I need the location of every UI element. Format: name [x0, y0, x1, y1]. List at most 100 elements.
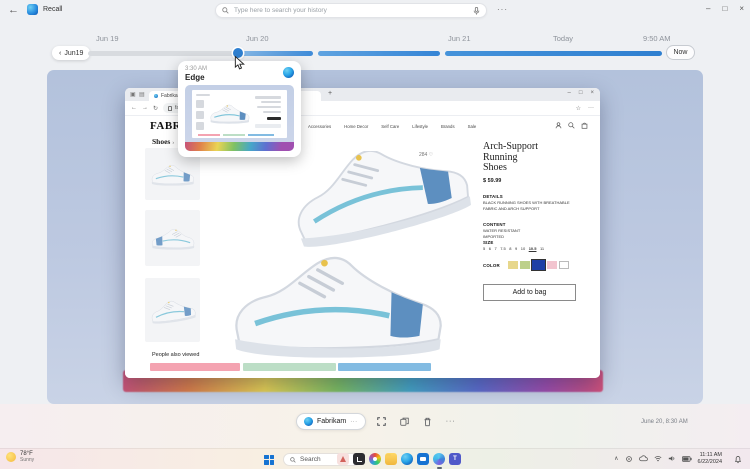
color-swatch[interactable]: [559, 261, 569, 269]
delete-button[interactable]: [421, 415, 435, 429]
preview-wallpaper: [185, 142, 294, 151]
new-tab-button[interactable]: +: [328, 90, 332, 97]
breadcrumb[interactable]: Shoes ›: [152, 137, 174, 146]
nav-item-home-decor[interactable]: Home Decor: [344, 124, 368, 129]
app-icon-copilot-active[interactable]: [433, 453, 445, 465]
snapshot-toolbar: Fabrikam ··· ···: [296, 413, 458, 430]
search-input[interactable]: [234, 7, 468, 14]
start-button[interactable]: [264, 455, 274, 465]
nav-item-sale[interactable]: Sale: [468, 124, 477, 129]
color-swatch-selected[interactable]: [532, 260, 545, 270]
also-viewed-card[interactable]: [243, 363, 336, 371]
color-swatch[interactable]: [520, 261, 530, 269]
size-option[interactable]: 7: [494, 246, 496, 251]
history-search[interactable]: [215, 3, 487, 18]
app-icon-recall[interactable]: [337, 453, 349, 465]
site-nav: Accessories Home Decor Self Care Lifesty…: [308, 124, 476, 129]
size-option-selected[interactable]: 10.5: [529, 246, 537, 251]
details-text: BLACK RUNNING SHOES WITH BREATHABLE FABR…: [483, 200, 570, 211]
settings-icon[interactable]: [625, 455, 633, 463]
color-selector: [508, 260, 569, 270]
also-viewed-heading: People also viewed: [152, 352, 199, 358]
color-swatch[interactable]: [547, 261, 557, 269]
notifications-bell-icon[interactable]: [734, 455, 742, 464]
search-icon: [222, 7, 229, 14]
close-button[interactable]: ×: [739, 4, 744, 13]
wifi-icon[interactable]: [654, 455, 662, 462]
workspaces-icon[interactable]: ▤: [139, 91, 145, 98]
app-icon-store[interactable]: [417, 453, 429, 465]
size-option[interactable]: 7.5: [500, 246, 506, 251]
titlebar-more-button[interactable]: ···: [497, 5, 508, 14]
size-option[interactable]: 5: [483, 246, 485, 251]
nav-item-brands[interactable]: Brands: [441, 124, 455, 129]
app-icon-file-explorer[interactable]: [385, 453, 397, 465]
also-viewed-card[interactable]: [150, 363, 240, 371]
heart-icon[interactable]: ♡: [429, 152, 433, 158]
tab-actions-icon[interactable]: ▣: [130, 91, 136, 98]
edge-icon: [283, 67, 294, 78]
snapshot-viewport[interactable]: ▣ ▤ Fabrikam + – □ × ← → ↻ fa: [47, 70, 703, 404]
system-tray: ∧ 11:11 AM 6/22/2024: [614, 452, 722, 465]
browser-more-icon[interactable]: ···: [588, 105, 594, 112]
tray-chevron-icon[interactable]: ∧: [614, 455, 618, 462]
open-in-app-button[interactable]: Fabrikam ···: [296, 413, 366, 430]
copy-button[interactable]: [398, 415, 412, 429]
jump-back-button[interactable]: ‹ Jun19: [52, 46, 90, 60]
product-thumbnail[interactable]: [145, 278, 200, 342]
app-icon-teams[interactable]: T: [449, 453, 461, 465]
color-swatch[interactable]: [508, 261, 518, 269]
maximize-button[interactable]: □: [722, 4, 727, 13]
nav-item-self-care[interactable]: Self Care: [381, 124, 399, 129]
search-icon[interactable]: [568, 122, 575, 129]
now-button[interactable]: Now: [666, 45, 695, 60]
weather-widget[interactable]: 78°F Sunny: [6, 451, 34, 463]
browser-forward-icon[interactable]: →: [142, 105, 148, 111]
bag-icon[interactable]: [581, 122, 588, 129]
timeline-segment[interactable]: [318, 51, 440, 56]
browser-close-button[interactable]: ×: [590, 90, 594, 96]
account-icon[interactable]: [555, 122, 562, 129]
size-option[interactable]: 11: [540, 246, 544, 251]
microphone-icon[interactable]: [473, 7, 480, 15]
preview-thumbnail[interactable]: [185, 85, 294, 151]
browser-back-icon[interactable]: ←: [131, 105, 137, 111]
size-option[interactable]: 10: [521, 246, 525, 251]
timeline-segment-past[interactable]: [88, 51, 236, 56]
browser-refresh-icon[interactable]: ↻: [153, 105, 158, 112]
timeline-label: Jun 20: [246, 34, 269, 43]
battery-icon[interactable]: [682, 456, 692, 462]
pill-more-icon[interactable]: ···: [350, 419, 358, 425]
favorites-star-icon[interactable]: ☆: [576, 105, 581, 112]
also-viewed-card[interactable]: [338, 363, 431, 371]
volume-icon[interactable]: [668, 455, 676, 462]
timeline-label: Jun 19: [96, 34, 119, 43]
size-option[interactable]: 6: [489, 246, 491, 251]
size-option[interactable]: 8: [509, 246, 511, 251]
product-thumbnail[interactable]: [145, 210, 200, 266]
browser-minimize-button[interactable]: –: [568, 90, 571, 96]
snapshot-preview-card[interactable]: 3:30 AM Edge: [178, 61, 301, 157]
screenray-select-button[interactable]: [375, 415, 389, 429]
add-to-bag-button[interactable]: Add to bag: [483, 284, 576, 301]
app-title: Recall: [43, 6, 62, 13]
toolbar-more-button[interactable]: ···: [444, 415, 458, 429]
weather-desc: Sunny: [20, 457, 34, 463]
browser-maximize-button[interactable]: □: [579, 90, 583, 96]
taskbar-clock[interactable]: 11:11 AM 6/22/2024: [698, 452, 722, 465]
timeline-segment[interactable]: [445, 51, 662, 56]
app-icon-edge[interactable]: [401, 453, 413, 465]
app-icon-dev[interactable]: [353, 453, 365, 465]
recall-app-window: ← Recall ··· – □ × Jun 19 Jun 20 Jun 21 …: [0, 0, 750, 469]
timeline-label: Jun 21: [448, 34, 471, 43]
likes-count[interactable]: 284 ♡: [419, 152, 433, 158]
onedrive-cloud-icon[interactable]: [639, 455, 648, 462]
nav-item-lifestyle[interactable]: Lifestyle: [412, 124, 428, 129]
timeline-segment[interactable]: [242, 51, 313, 56]
size-option[interactable]: 9: [515, 246, 517, 251]
nav-item-accessories[interactable]: Accessories: [308, 124, 331, 129]
back-button[interactable]: ←: [8, 4, 19, 16]
chevron-left-icon: ‹: [59, 50, 61, 57]
minimize-button[interactable]: –: [706, 4, 710, 13]
app-icon-photos[interactable]: [369, 453, 381, 465]
